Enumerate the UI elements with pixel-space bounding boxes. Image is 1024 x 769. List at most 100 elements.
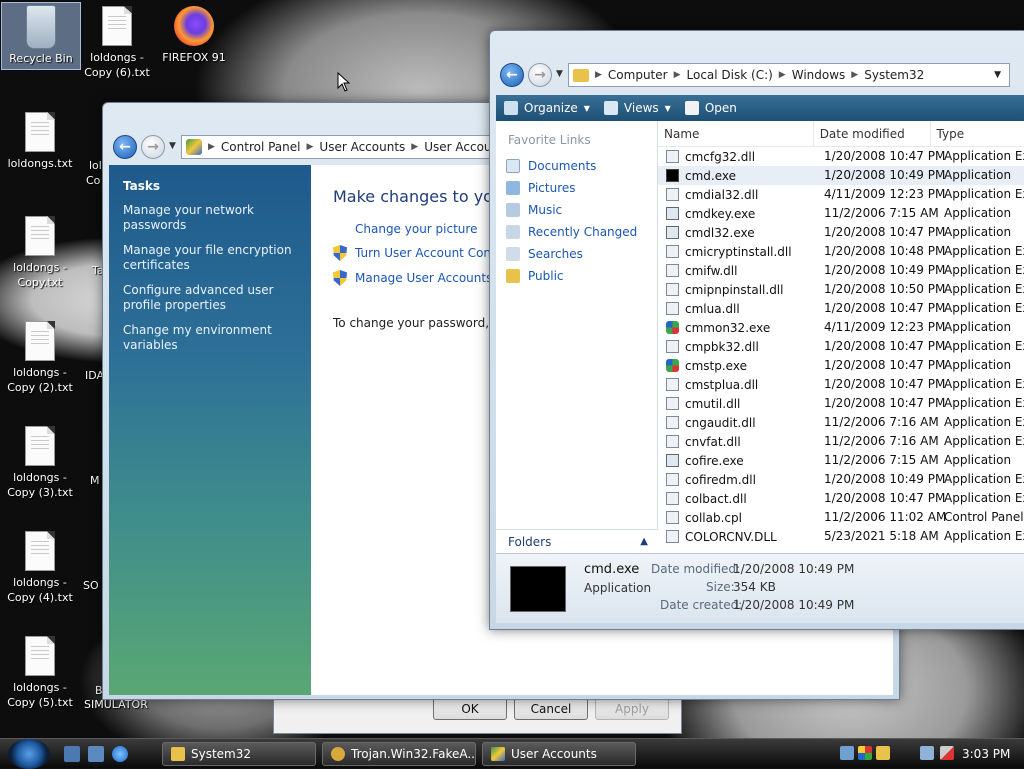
taskbar-button-user-accounts[interactable]: User Accounts xyxy=(482,742,636,766)
history-dropdown-icon[interactable]: ▼ xyxy=(169,141,176,151)
column-header-date[interactable]: Date modified xyxy=(814,121,931,146)
file-date: 1/20/2008 10:49 PM xyxy=(824,168,946,182)
file-row[interactable]: cmmon32.exe 4/11/2009 12:23 PM Application xyxy=(658,318,1024,337)
file-type: Application Exte xyxy=(944,187,1024,201)
file-name: cmdl32.exe xyxy=(685,225,755,240)
back-button[interactable]: ← xyxy=(500,63,524,87)
chevron-right-icon: ▶ xyxy=(208,142,215,152)
dll-file-icon xyxy=(666,245,679,258)
breadcrumb-item[interactable]: User Accounts xyxy=(313,140,411,154)
desktop-icon-recycle-bin[interactable]: Recycle Bin xyxy=(1,2,81,70)
file-date: 11/2/2006 7:15 AM xyxy=(824,453,939,467)
desktop-icon-file[interactable]: loldongs - Copy (5).txt xyxy=(0,636,80,710)
file-row[interactable]: collab.cpl 11/2/2006 11:02 AM Control Pane… xyxy=(658,508,1024,527)
address-dropdown-icon[interactable]: ▼ xyxy=(994,70,1001,80)
address-bar[interactable]: ▶ Computer ▶ Local Disk (C:) ▶ Windows ▶… xyxy=(568,63,1010,87)
desktop-icon-file[interactable]: loldongs - Copy (3).txt xyxy=(0,426,80,500)
fav-searches[interactable]: Searches xyxy=(496,243,657,265)
file-row[interactable]: cnvfat.dll 11/2/2006 7:16 AM Application E… xyxy=(658,432,1024,451)
file-name-cell: cmpbk32.dll xyxy=(658,337,818,356)
file-row[interactable]: cmlua.dll 1/20/2008 10:47 PM Application E… xyxy=(658,299,1024,318)
back-button[interactable]: ← xyxy=(113,135,137,159)
column-header-type[interactable]: Type xyxy=(931,121,1024,146)
show-desktop-icon[interactable] xyxy=(64,746,80,762)
history-dropdown-icon[interactable]: ▼ xyxy=(556,69,563,79)
network-tray-icon[interactable] xyxy=(840,746,854,760)
file-row[interactable]: cmdkey.exe 11/2/2006 7:15 AM Application xyxy=(658,204,1024,223)
breadcrumb-item[interactable]: Windows xyxy=(786,68,852,82)
alert-tray-icon[interactable] xyxy=(876,746,890,760)
apply-button[interactable]: Apply xyxy=(595,698,669,720)
dll-file-icon xyxy=(666,492,679,505)
volume-muted-icon[interactable] xyxy=(940,746,954,760)
desktop-icon-file[interactable]: loldongs - Copy.txt xyxy=(0,216,80,290)
breadcrumb-item[interactable]: Local Disk (C:) xyxy=(681,68,779,82)
file-date: 1/20/2008 10:47 PM xyxy=(824,491,946,505)
internet-explorer-icon[interactable] xyxy=(112,746,128,762)
file-name-cell: cmipnpinstall.dll xyxy=(658,280,818,299)
fav-pictures[interactable]: Pictures xyxy=(496,177,657,199)
file-row[interactable]: cmcfg32.dll 1/20/2008 10:47 PM Application… xyxy=(658,147,1024,166)
file-row[interactable]: cmicryptinstall.dll 1/20/2008 10:48 PM App… xyxy=(658,242,1024,261)
favorite-links-heading: Favorite Links xyxy=(508,133,591,147)
file-row[interactable]: cmipnpinstall.dll 1/20/2008 10:50 PM Appli… xyxy=(658,280,1024,299)
executable-icon xyxy=(666,226,679,239)
music-icon xyxy=(506,203,520,217)
file-row[interactable]: cmstp.exe 1/20/2008 10:47 PM Application xyxy=(658,356,1024,375)
breadcrumb-item[interactable]: Control Panel xyxy=(215,140,307,154)
clock[interactable]: 3:03 PM xyxy=(962,739,1010,769)
file-row[interactable]: cmpbk32.dll 1/20/2008 10:47 PM Application… xyxy=(658,337,1024,356)
file-row[interactable]: cmifw.dll 1/20/2008 10:49 PM Application E… xyxy=(658,261,1024,280)
explorer-toolbar: Organize ▼ Views ▼ Open xyxy=(496,95,1024,121)
file-name-cell: cmstp.exe xyxy=(658,356,818,375)
file-row[interactable]: COLORCNV.DLL 5/23/2021 5:18 AM Application… xyxy=(658,527,1024,546)
file-row[interactable]: cmdl32.exe 1/20/2008 10:47 PM Application xyxy=(658,223,1024,242)
taskbar-button-system32[interactable]: System32 xyxy=(162,742,316,766)
desktop-icon-file[interactable]: loldongs - Copy (4).txt xyxy=(0,531,80,605)
file-row[interactable]: cngaudit.dll 11/2/2006 7:16 AM Application… xyxy=(658,413,1024,432)
monitor-tray-icon[interactable] xyxy=(920,746,934,760)
taskbar-button-trojan[interactable]: Trojan.Win32.FakeA... xyxy=(322,742,476,766)
cancel-button[interactable]: Cancel xyxy=(514,698,588,720)
file-row[interactable]: cmstplua.dll 1/20/2008 10:47 PM Applicatio… xyxy=(658,375,1024,394)
start-button[interactable] xyxy=(8,739,50,769)
organize-label: Organize xyxy=(524,101,578,115)
forward-button[interactable]: → xyxy=(528,63,552,87)
task-manage-network-passwords[interactable]: Manage your network passwords xyxy=(123,203,297,233)
views-button[interactable]: Views ▼ xyxy=(603,101,671,115)
folders-toggle[interactable]: Folders ▲ xyxy=(496,529,658,553)
fav-documents[interactable]: Documents xyxy=(496,155,657,177)
file-row[interactable]: cofiredm.dll 1/20/2008 10:49 PM Applicatio… xyxy=(658,470,1024,489)
open-label: Open xyxy=(704,101,737,115)
breadcrumb-item[interactable]: System32 xyxy=(858,68,930,82)
column-header-name[interactable]: Name xyxy=(658,121,814,146)
open-button[interactable]: Open xyxy=(684,101,737,115)
file-row[interactable]: cmdial32.dll 4/11/2009 12:23 PM Applicatio… xyxy=(658,185,1024,204)
switch-windows-icon[interactable] xyxy=(88,746,104,762)
file-row[interactable]: colbact.dll 1/20/2008 10:47 PM Application… xyxy=(658,489,1024,508)
organize-button[interactable]: Organize ▼ xyxy=(504,101,590,115)
desktop-icon-file[interactable]: loldongs - Copy (6).txt xyxy=(77,6,157,80)
task-manage-encryption-certificates[interactable]: Manage your file encryption certificates xyxy=(123,243,297,273)
desktop-icon-label: loldongs.txt xyxy=(7,157,73,170)
task-configure-profile-properties[interactable]: Configure advanced user profile properti… xyxy=(123,283,297,313)
file-name: cmutil.dll xyxy=(685,396,741,411)
forward-button[interactable]: → xyxy=(141,135,165,159)
desktop-icon-firefox[interactable]: FIREFOX 91 xyxy=(154,6,234,65)
fav-recently-changed[interactable]: Recently Changed xyxy=(496,221,657,243)
file-type: Application Exte xyxy=(944,491,1024,505)
fav-music[interactable]: Music xyxy=(496,199,657,221)
breadcrumb-item[interactable]: Computer xyxy=(602,68,674,82)
file-row[interactable]: cofire.exe 11/2/2006 7:15 AM Application xyxy=(658,451,1024,470)
desktop-icon-label: loldongs - Copy.txt xyxy=(13,261,67,289)
task-change-environment-variables[interactable]: Change my environment variables xyxy=(123,323,297,353)
file-row[interactable]: cmutil.dll 1/20/2008 10:47 PM Application … xyxy=(658,394,1024,413)
desktop-icon-file[interactable]: loldongs - Copy (2).txt xyxy=(0,321,80,395)
file-type: Application Exte xyxy=(944,415,1024,429)
file-row[interactable]: cmd.exe 1/20/2008 10:49 PM Application xyxy=(658,166,1024,185)
security-tray-icon[interactable] xyxy=(858,746,872,760)
desktop-icon-file[interactable]: loldongs.txt xyxy=(0,112,80,171)
fav-public[interactable]: Public xyxy=(496,265,657,287)
ok-button[interactable]: OK xyxy=(433,698,507,720)
file-type: Application xyxy=(944,453,1012,467)
